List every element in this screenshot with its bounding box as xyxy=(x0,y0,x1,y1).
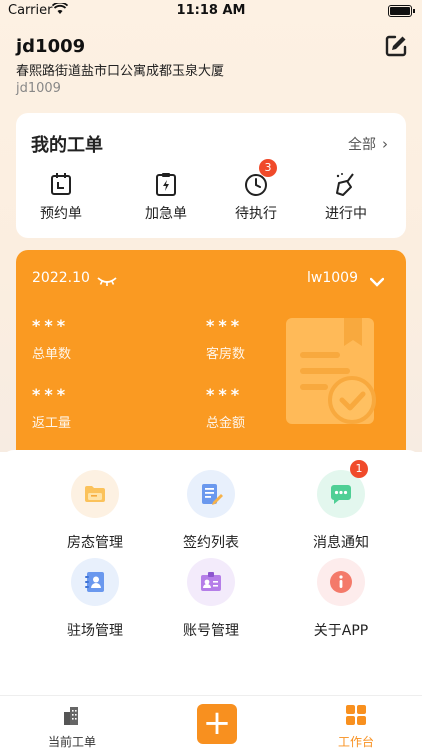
clock-icon: 3 xyxy=(243,159,277,197)
tab-workbench[interactable]: 工作台 xyxy=(306,704,406,750)
chevron-down-icon[interactable] xyxy=(369,272,385,291)
orders-title: 我的工单 xyxy=(31,135,103,156)
stats-card: 2022.10 lw1009 *** 总单数 *** 客房数 *** 返工量 *… xyxy=(16,250,406,460)
buildings-icon xyxy=(64,707,78,725)
order-type-label: 进行中 xyxy=(325,206,367,222)
function-icon-circle xyxy=(187,558,235,606)
tab-current-orders[interactable]: 当前工单 xyxy=(22,704,122,750)
eye-closed-icon[interactable] xyxy=(96,272,118,291)
function-icon-circle xyxy=(317,558,365,606)
tab-bar: 当前工单 + 工作台 xyxy=(0,695,422,750)
user-name: jd1009 xyxy=(16,36,86,57)
broom-icon xyxy=(333,171,359,197)
user-id: jd1009 xyxy=(16,81,61,96)
order-type-urgent[interactable]: 加急单 xyxy=(126,171,206,223)
contact-book-icon xyxy=(83,570,107,594)
battery-icon xyxy=(388,5,415,17)
edit-icon[interactable] xyxy=(384,34,408,58)
function-label: 关于APP xyxy=(313,623,369,639)
add-order-button[interactable]: + xyxy=(197,704,237,744)
document-check-illustration xyxy=(286,316,378,428)
function-label: 房态管理 xyxy=(67,535,123,551)
stat-room-count: *** 客房数 xyxy=(206,316,245,362)
clipboard-bolt-icon xyxy=(153,171,179,197)
function-onsite-management[interactable]: 驻场管理 xyxy=(40,558,150,640)
all-orders-link[interactable]: 全部 › xyxy=(348,134,388,154)
all-orders-label: 全部 xyxy=(348,137,376,153)
function-icon-circle xyxy=(71,558,119,606)
function-icon-circle xyxy=(71,470,119,518)
function-account-management[interactable]: 账号管理 xyxy=(156,558,266,640)
order-type-appointment[interactable]: 预约单 xyxy=(21,171,101,223)
plus-icon: + xyxy=(202,703,232,743)
order-type-label: 预约单 xyxy=(40,206,82,222)
status-bar: Carrier 11:18 AM xyxy=(0,0,422,24)
calendar-icon xyxy=(48,171,74,197)
stat-value: *** xyxy=(206,316,244,335)
stat-total-amount: *** 总金额 xyxy=(206,385,245,431)
folder-icon xyxy=(83,482,107,506)
tab-label: 当前工单 xyxy=(47,735,96,749)
stat-label: 返工量 xyxy=(32,416,72,431)
function-panel: 房态管理 签约列表 1 消息通知 驻场管理 账号管理 关于APP xyxy=(0,450,422,695)
document-edit-icon xyxy=(199,482,223,506)
function-icon-circle xyxy=(187,470,235,518)
stat-value: *** xyxy=(32,385,70,404)
account-selector-label[interactable]: lw1009 xyxy=(307,270,358,286)
pending-count-badge: 3 xyxy=(259,159,277,177)
notification-count-badge: 1 xyxy=(350,460,368,478)
stat-label: 客房数 xyxy=(206,347,246,362)
tab-label: 工作台 xyxy=(337,735,374,749)
my-orders-card: 我的工单 全部 › 预约单 加急单 3 待执行 进行中 xyxy=(16,113,406,238)
chevron-right-icon: › xyxy=(382,135,388,153)
function-about-app[interactable]: 关于APP xyxy=(286,558,396,640)
stat-label: 总金额 xyxy=(206,416,246,431)
order-type-label: 待执行 xyxy=(235,206,277,222)
function-contract-list[interactable]: 签约列表 xyxy=(156,470,266,552)
function-label: 驻场管理 xyxy=(67,623,123,639)
user-address: 春熙路街道盐市口公寓成都玉泉大厦 xyxy=(16,64,225,79)
function-notifications[interactable]: 1 消息通知 xyxy=(286,460,396,552)
stat-value: *** xyxy=(32,316,70,335)
stats-date[interactable]: 2022.10 xyxy=(32,270,90,286)
function-label: 账号管理 xyxy=(183,623,239,639)
stat-value: *** xyxy=(206,385,244,404)
clock-time: 11:18 AM xyxy=(176,3,246,18)
function-label: 签约列表 xyxy=(183,535,239,551)
order-type-in-progress[interactable]: 进行中 xyxy=(306,171,386,223)
chat-icon xyxy=(329,482,353,506)
id-card-icon xyxy=(199,570,223,594)
stat-label: 总单数 xyxy=(32,347,72,362)
function-icon-circle: 1 xyxy=(317,460,368,518)
stat-rework-count: *** 返工量 xyxy=(32,385,71,431)
grid-icon xyxy=(346,705,366,725)
info-icon xyxy=(329,570,353,594)
order-type-label: 加急单 xyxy=(145,206,187,222)
function-room-status[interactable]: 房态管理 xyxy=(40,470,150,552)
function-label: 消息通知 xyxy=(313,535,369,551)
order-type-pending[interactable]: 3 待执行 xyxy=(216,159,296,223)
stat-total-orders: *** 总单数 xyxy=(32,316,71,362)
